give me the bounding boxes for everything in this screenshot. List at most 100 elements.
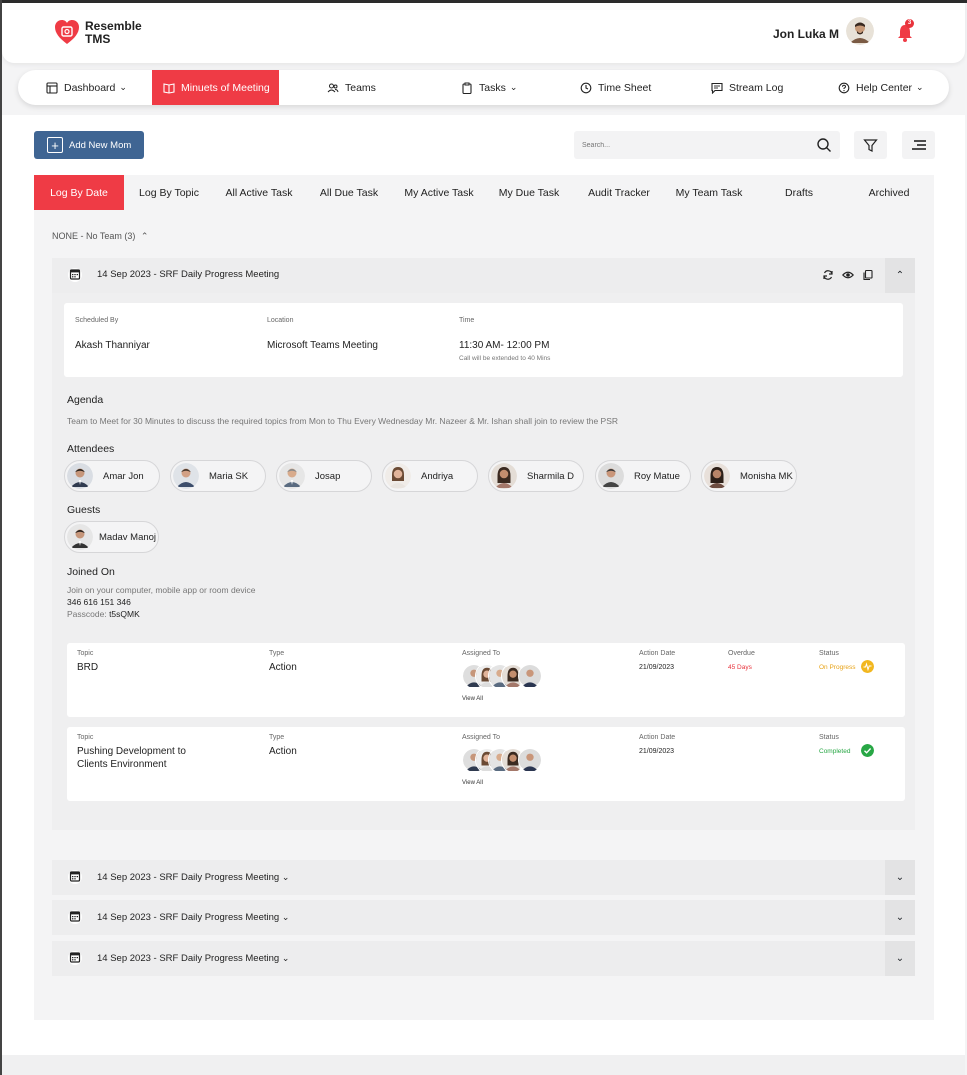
search-input[interactable] [582, 137, 802, 153]
avatar [704, 463, 730, 489]
nav-mom-label: Minuets of Meeting [181, 81, 270, 94]
agenda-text: Team to Meet for 30 Minutes to discuss t… [67, 416, 619, 426]
task-card[interactable]: Topic BRD Type Action Assigned To View A… [67, 643, 905, 717]
tab-my-team-task[interactable]: My Team Task [664, 175, 754, 210]
passcode-label: Passcode: [67, 609, 110, 619]
nav-streamlog[interactable]: Stream Log [711, 70, 783, 105]
action-date: 21/09/2023 [639, 748, 675, 755]
view-all-link[interactable]: View All [462, 696, 483, 702]
attendee-chip[interactable]: Roy Matue [595, 460, 691, 492]
type-label: Type [269, 650, 285, 657]
add-new-mom-button[interactable]: + Add New Mom [34, 131, 144, 159]
filter-button[interactable] [854, 131, 887, 159]
chevron-down-icon: ⌄ [895, 872, 905, 883]
chevron-down-icon: ⌄ [281, 872, 290, 882]
copy-icon[interactable] [862, 269, 874, 281]
topic-label: Topic [77, 734, 94, 741]
expand-meeting-button[interactable]: ⌄ [885, 860, 915, 895]
sort-lines-icon [911, 140, 926, 150]
action-date-label: Action Date [639, 650, 676, 657]
status-label: Status [819, 650, 839, 657]
expand-meeting-button[interactable]: ⌄ [885, 900, 915, 935]
meeting-row[interactable]: 14 Sep 2023 - SRF Daily Progress Meeting… [52, 900, 915, 935]
meeting-id: 346 616 151 346 [67, 597, 131, 607]
meeting-row[interactable]: 14 Sep 2023 - SRF Daily Progress Meeting… [52, 941, 915, 976]
tab-audit-tracker[interactable]: Audit Tracker [574, 175, 664, 210]
nav-timesheet[interactable]: Time Sheet [580, 70, 651, 105]
attendee-chip[interactable]: Maria SK [170, 460, 266, 492]
tab-my-due-task[interactable]: My Due Task [484, 175, 574, 210]
tab-all-due-task[interactable]: All Due Task [304, 175, 394, 210]
guests-title: Guests [67, 504, 101, 516]
attendee-chip[interactable]: Amar Jon [64, 460, 160, 492]
assignee-avatars[interactable] [462, 747, 552, 773]
view-tabs: Log By Date Log By Topic All Active Task… [34, 175, 934, 210]
tab-archived[interactable]: Archived [844, 175, 934, 210]
nav-tasks-label: Tasks [479, 81, 506, 94]
task-card[interactable]: Topic Pushing Development to Clients Env… [67, 727, 905, 801]
meeting-row[interactable]: 14 Sep 2023 - SRF Daily Progress Meeting… [52, 860, 915, 895]
tab-drafts[interactable]: Drafts [754, 175, 844, 210]
view-all-link[interactable]: View All [462, 780, 483, 786]
view-eye-icon[interactable] [842, 269, 854, 281]
passcode-line: Passcode: t5sQMK [67, 609, 140, 619]
attendee-chip[interactable]: Monisha MK [701, 460, 797, 492]
scheduled-by-label: Scheduled By [75, 317, 119, 324]
tab-log-by-date[interactable]: Log By Date [34, 175, 124, 210]
team-group-toggle[interactable]: NONE - No Team (3) ⌃ [52, 231, 148, 242]
chevron-down-icon: ⌄ [895, 912, 905, 923]
meeting-title: 14 Sep 2023 - SRF Daily Progress Meeting… [97, 953, 289, 964]
nav-streamlog-label: Stream Log [729, 81, 784, 94]
type-label: Type [269, 734, 285, 741]
overdue-label: Overdue [728, 650, 755, 657]
add-new-mom-label: Add New Mom [69, 139, 132, 151]
task-type: Action [269, 746, 297, 757]
chevron-down-icon: ⌄ [281, 953, 290, 963]
clock-icon [580, 82, 592, 93]
user-avatar[interactable] [846, 17, 874, 45]
attendee-name: Roy Matue [634, 470, 680, 482]
refresh-icon[interactable] [822, 269, 834, 281]
location-value: Microsoft Teams Meeting [267, 340, 378, 351]
avatar [385, 463, 411, 489]
scheduled-by-value: Akash Thanniyar [75, 340, 150, 351]
action-date-label: Action Date [639, 734, 676, 741]
meeting-title: 14 Sep 2023 - SRF Daily Progress Meeting [97, 269, 280, 280]
tab-all-active-task[interactable]: All Active Task [214, 175, 304, 210]
user-name[interactable]: Jon Luka M [773, 27, 839, 41]
guest-chip[interactable]: Madav Manoj [64, 521, 159, 553]
nav-dashboard[interactable]: Dashboard ⌄ [46, 70, 127, 105]
tab-log-by-topic[interactable]: Log By Topic [124, 175, 214, 210]
collapse-meeting-button[interactable]: ⌃ [885, 258, 915, 293]
nav-tasks[interactable]: Tasks ⌄ [461, 70, 517, 105]
time-note: Call will be extended to 40 Mins [459, 355, 551, 362]
tab-my-active-task[interactable]: My Active Task [394, 175, 484, 210]
search-icon[interactable] [816, 137, 832, 153]
chevron-down-icon: ⌄ [916, 82, 924, 92]
attendee-chip[interactable]: Andriya [382, 460, 478, 492]
dashboard-icon [46, 81, 58, 94]
nav-timesheet-label: Time Sheet [598, 81, 652, 94]
attendee-chip[interactable]: Sharmila D [488, 460, 584, 492]
meeting-title: 14 Sep 2023 - SRF Daily Progress Meeting… [97, 912, 289, 923]
avatar [67, 524, 93, 550]
nav-help-center[interactable]: Help Center ⌄ [838, 70, 924, 105]
attendee-chip[interactable]: Josap [276, 460, 372, 492]
nav-teams[interactable]: Teams [327, 70, 376, 105]
nav-minutes-of-meeting[interactable]: Minuets of Meeting [152, 70, 279, 105]
attendees-title: Attendees [67, 443, 115, 455]
task-type: Action [269, 662, 297, 673]
plus-icon: + [47, 137, 63, 153]
meeting-header[interactable]: 14 Sep 2023 - SRF Daily Progress Meeting… [52, 258, 915, 293]
attendee-name: Andriya [421, 470, 454, 482]
sort-button[interactable] [902, 131, 935, 159]
nav-teams-label: Teams [345, 81, 376, 94]
assignee-avatars[interactable] [462, 663, 552, 689]
attendee-name: Josap [315, 470, 341, 482]
passcode-value: t5sQMK [109, 609, 140, 619]
footer-strip [2, 1055, 965, 1075]
expand-meeting-button[interactable]: ⌄ [885, 941, 915, 976]
meeting-actions [822, 269, 874, 281]
app-header: Resemble TMS Jon Luka M 3 [2, 3, 965, 63]
meeting-title: 14 Sep 2023 - SRF Daily Progress Meeting… [97, 872, 289, 883]
